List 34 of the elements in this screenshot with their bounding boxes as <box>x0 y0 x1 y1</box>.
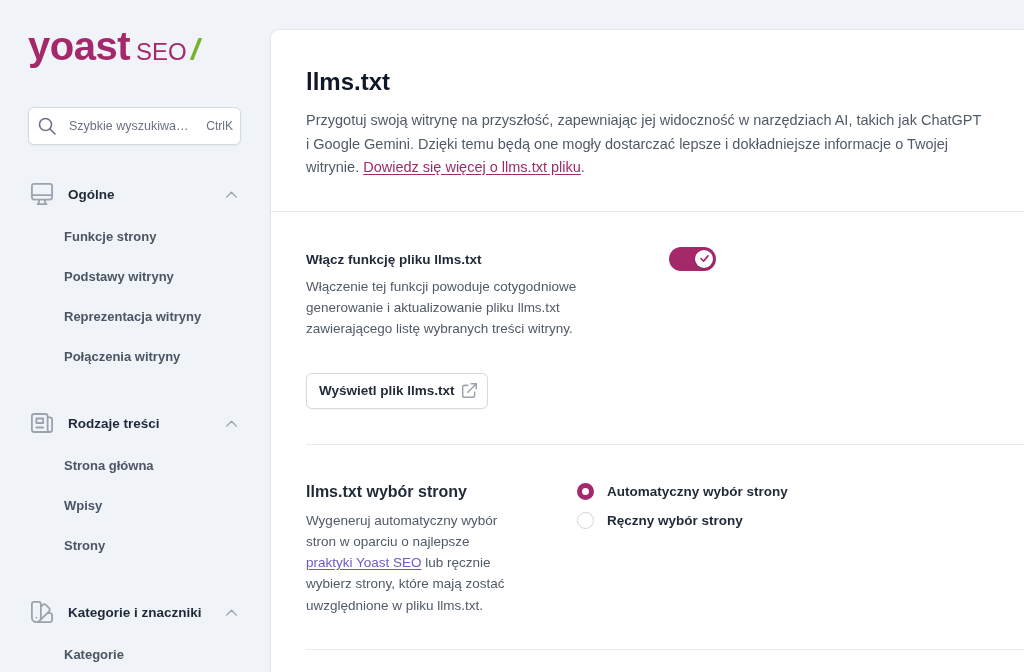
nav-item[interactable]: Połączenia witryny <box>28 337 241 377</box>
view-file-button[interactable]: Wyświetl plik llms.txt <box>306 372 488 409</box>
nav-item[interactable]: Strona główna <box>28 446 241 486</box>
intro-text: Przygotuj swoją witrynę na przyszłość, zapewniając jej widoczność w narzędziach AI, takich jak ChatGPT i Google Gemini. Dzięki temu będą one mogły dostarczać lepsze i dokładniejsze informacje o Twojej witrynie. Dowiedz się więcej o llms.txt pliku. <box>306 111 983 177</box>
external-link-icon <box>461 383 477 398</box>
radio-label[interactable]: Ręczny wybór strony <box>607 513 743 528</box>
slash-icon <box>189 38 202 60</box>
nav-item[interactable]: Kategorie <box>28 635 241 672</box>
section-description: Wygeneruj automatyczny wybór stron w oparciu o najlepsze praktyki Yoast SEO lub ręcznie wybierz strony, które mają zostać uwzględnione w pliku llms.txt. <box>306 511 506 615</box>
setting-description: Włączenie tej funkcji powoduje cotygodniowe generowanie i aktualizowanie pliku llms.txt zawierającego listę wybranych treści witryny. <box>306 277 578 338</box>
nav-group-toggle[interactable]: Kategorie i znaczniki <box>28 600 241 624</box>
section-title: llms.txt wybór strony <box>306 481 468 502</box>
keyboard-shortcut: CtrlK <box>206 118 233 134</box>
page-title: llms.txt <box>306 68 392 96</box>
nav-item[interactable]: Strony <box>28 526 241 566</box>
radio-button[interactable] <box>577 483 594 500</box>
setting-label: Włącz funkcję pliku llms.txt <box>306 250 483 269</box>
logo-wordmark: yoast <box>28 24 130 68</box>
logo-product-name: SEO <box>136 38 187 66</box>
nav-group-toggle[interactable]: Ogólne <box>28 182 241 206</box>
nav-item[interactable]: Funkcje strony <box>28 217 241 257</box>
monitor-icon <box>31 183 53 205</box>
nav-group-toggle[interactable]: Rodzaje treści <box>28 411 241 435</box>
best-practices-link[interactable]: praktyki Yoast SEO <box>306 555 422 570</box>
check-icon <box>699 255 709 262</box>
nav-item[interactable]: Wpisy <box>28 486 241 526</box>
newspaper-icon <box>31 413 53 433</box>
nav-item[interactable]: Reprezentacja witryny <box>28 297 241 337</box>
learn-more-link[interactable]: Dowiedz się więcej o llms.txt pliku <box>363 159 581 175</box>
swatch-icon <box>31 601 53 623</box>
radio-label[interactable]: Automatyczny wybór strony <box>607 484 788 499</box>
toggle-switch[interactable] <box>669 246 716 271</box>
search-icon <box>38 117 56 135</box>
nav-item[interactable]: Podstawy witryny <box>28 257 241 297</box>
